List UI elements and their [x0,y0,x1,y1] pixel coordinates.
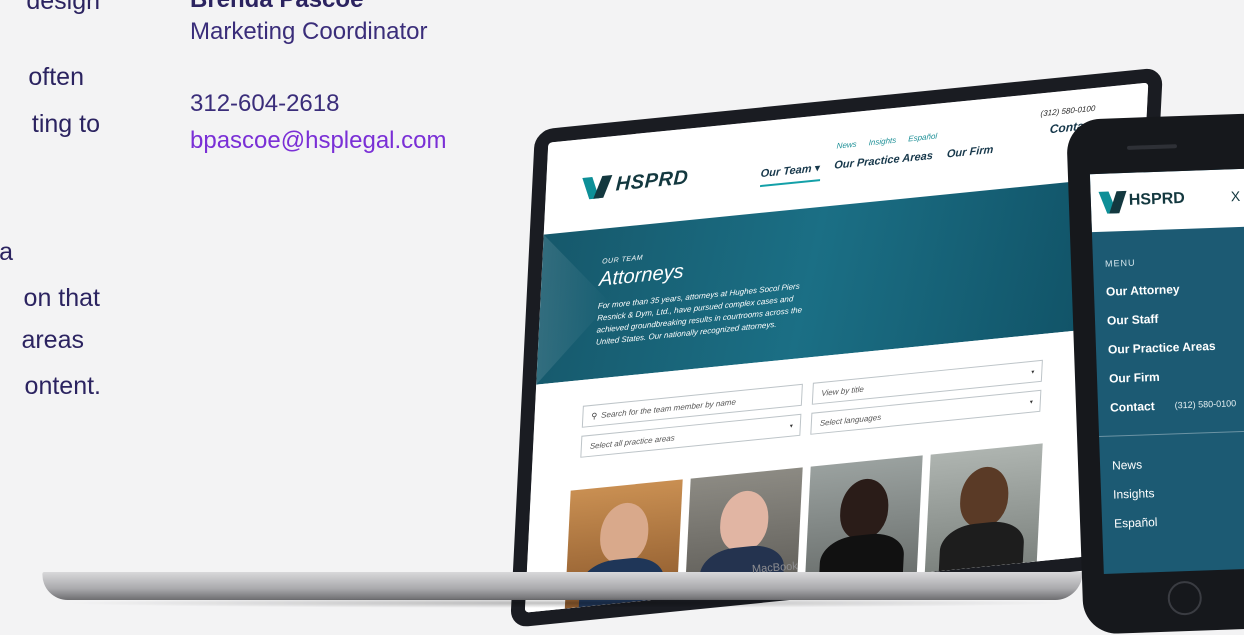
attorney-photo[interactable] [564,479,683,609]
body-text-line: often [28,63,84,91]
laptop-mockup: HSPRD News Insights Español Our Team ▾ O… [0,0,1244,628]
site-header: HSPRD News Insights Español Our Team ▾ O… [543,82,1149,235]
hero-eyebrow: OUR TEAM [601,254,644,266]
phone-nav-our-staff[interactable]: Our Staff [1107,302,1234,335]
languages-select[interactable]: Select languages ▾ [810,389,1042,435]
phone-contact-row: Contact (312) 580-0100 [1110,389,1237,422]
hsprd-logo-icon [1103,191,1124,212]
utility-nav-news[interactable]: News [836,140,856,151]
close-icon[interactable]: X [1230,188,1240,204]
attorney-photo[interactable] [924,443,1043,573]
laptop-base [41,572,1083,600]
laptop-brand-label: MacBook [751,560,799,576]
phone-nav-practice-areas[interactable]: Our Practice Areas [1108,331,1235,364]
body-text-line: ontent. [24,372,101,400]
body-text-line: a [0,238,13,266]
phone-nav: Our Attorney Our Staff Our Practice Area… [1106,273,1237,422]
hero-description: For more than 35 years, attorneys at Hug… [595,281,803,347]
body-text-line: areas [21,326,84,354]
body-text-line: ting to [31,110,100,138]
utility-nav-espanol[interactable]: Español [908,132,937,144]
practice-areas-select[interactable]: Select all practice areas ▾ [580,413,802,458]
main-nav-our-firm[interactable]: Our Firm [946,144,994,169]
search-icon: ⚲ [591,411,598,421]
practice-areas-placeholder: Select all practice areas [589,433,675,451]
phone-menu-label: MENU [1104,257,1136,269]
chevron-down-icon: ▾ [1029,399,1033,406]
phone-logo[interactable]: HSPRD [1103,189,1186,212]
site-logo[interactable]: HSPRD [585,166,689,199]
body-text-column: design often ting to a on that areas ont… [0,0,170,440]
filter-panel: ⚲ Search for the team member by name View… [530,324,1137,495]
phone-home-button[interactable] [1167,580,1203,616]
phone-screen: HSPRD X MENU Our Attorney Our Staff Our … [1089,167,1244,574]
phone-logo-text: HSPRD [1128,189,1186,209]
languages-placeholder: Select languages [819,412,882,428]
phone-nav-our-firm[interactable]: Our Firm [1109,360,1236,393]
chevron-down-icon: ▾ [1031,369,1035,376]
phone-secondary-nav: News Insights Español [1112,450,1158,538]
attorney-photo-grid [524,434,1131,615]
phone-nav-news[interactable]: News [1112,450,1156,480]
body-text-line: design [26,0,100,15]
attorney-photo[interactable] [684,467,803,597]
title-select[interactable]: View by title ▾ [811,359,1043,405]
hero-banner: OUR TEAM Attorneys For more than 35 year… [536,174,1144,385]
phone-header: HSPRD X [1089,167,1244,233]
search-placeholder: Search for the team member by name [600,397,737,420]
contact-email-link[interactable]: bpascoe@hsplegal.com [190,127,447,155]
main-nav-our-team[interactable]: Our Team ▾ [760,161,821,188]
chevron-down-icon: ▾ [789,423,793,430]
phone-divider [1099,429,1244,438]
phone-contact-number[interactable]: (312) 580-0100 [1174,389,1237,420]
laptop-shadow [60,598,1070,608]
contact-phone-link[interactable]: 312-604-2618 [190,90,339,118]
utility-nav-insights[interactable]: Insights [868,136,896,148]
header-phone[interactable]: (312) 580-0100 [1040,104,1095,118]
main-nav: Our Team ▾ Our Practice Areas Our Firm [760,144,994,188]
phone-nav-our-attorney[interactable]: Our Attorney [1106,273,1233,306]
phone-speaker [1126,144,1178,150]
phone-mockup: HSPRD X MENU Our Attorney Our Staff Our … [1066,112,1244,635]
site-logo-text: HSPRD [615,166,689,196]
utility-nav: News Insights Español [836,132,937,151]
phone-nav-insights[interactable]: Insights [1113,479,1157,509]
phone-nav-espanol[interactable]: Español [1114,508,1158,538]
hsprd-logo-icon [585,175,608,199]
attorney-photo[interactable] [804,455,923,585]
phone-nav-contact[interactable]: Contact [1110,392,1156,423]
main-nav-practice-areas[interactable]: Our Practice Areas [834,150,933,180]
contact-name: Brenda Pascoe [190,0,363,14]
hero-title: Attorneys [598,260,685,291]
title-select-placeholder: View by title [821,384,865,398]
body-text-line: on that [23,284,100,312]
contact-role: Marketing Coordinator [190,18,428,45]
laptop-screen: HSPRD News Insights Español Our Team ▾ O… [510,67,1164,628]
team-search-input[interactable]: ⚲ Search for the team member by name [581,383,803,428]
